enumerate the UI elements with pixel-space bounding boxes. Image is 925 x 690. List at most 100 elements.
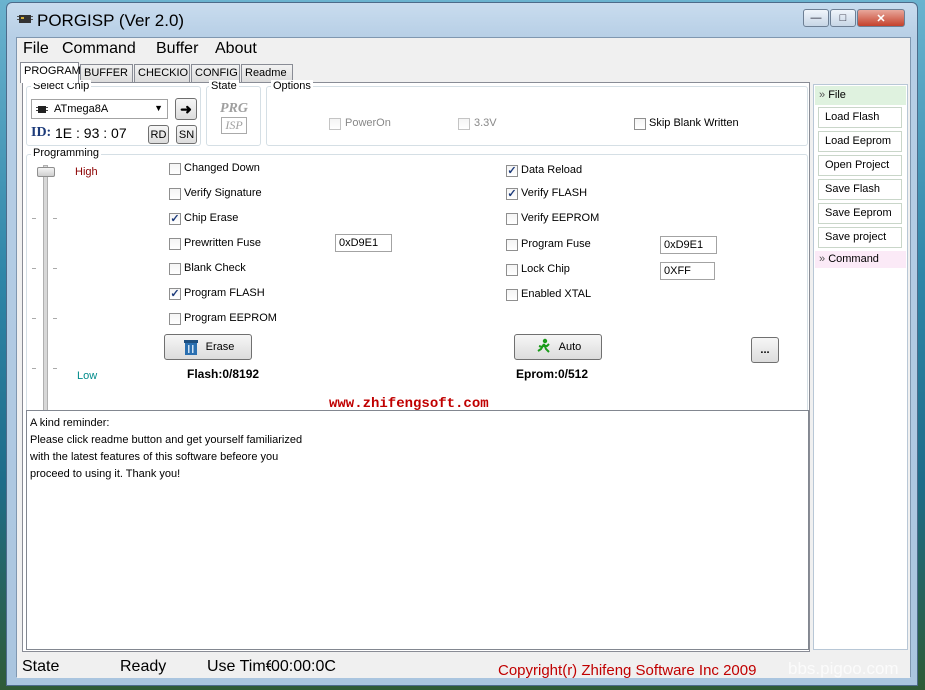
save-project-button[interactable]: Save project (818, 227, 902, 248)
status-bar: State Ready Use Tim€ 00:00:0C Copyright(… (17, 654, 910, 679)
copyright-text: Copyright(r) Zhifeng Software Inc 2009 (498, 662, 757, 679)
options-group (266, 86, 808, 146)
poweron-checkbox[interactable] (329, 118, 341, 130)
minimize-icon: — (810, 12, 822, 24)
trash-icon (183, 340, 198, 355)
data-reload-checkbox[interactable]: ✓ (506, 165, 518, 177)
speed-high-label: High (75, 166, 98, 178)
prewritten-fuse-label: Prewritten Fuse (184, 237, 262, 249)
options-label: Options (271, 80, 313, 92)
log-textarea[interactable]: A kind reminder: Please click readme but… (26, 410, 809, 650)
load-flash-button[interactable]: Load Flash (818, 107, 902, 128)
client-area: File Command Buffer About PROGRAM BUFFER… (16, 37, 911, 679)
command-section-header[interactable]: » Command (815, 251, 906, 268)
id-label: ID: (31, 125, 52, 140)
load-eeprom-button[interactable]: Load Eeprom (818, 131, 902, 152)
running-man-icon (537, 338, 550, 353)
verify-signature-checkbox[interactable] (169, 188, 181, 200)
close-button[interactable]: ✕ (857, 9, 905, 27)
skip-blank-checkbox[interactable] (634, 118, 646, 130)
prg-isp-logo: PRG ISP (215, 101, 253, 139)
program-flash-checkbox[interactable]: ✓ (169, 288, 181, 300)
poweron-label: PowerOn (345, 117, 391, 129)
menu-about[interactable]: About (215, 40, 257, 58)
side-panel: » File Load Flash Load Eeprom Open Proje… (813, 84, 908, 650)
watermark: bbs.pigoo.com (788, 659, 899, 678)
programming-group (26, 154, 808, 429)
program-eeprom-label: Program EEPROM (184, 312, 277, 324)
chip-select[interactable]: ATmega8A ▼ (31, 99, 168, 119)
enabled-xtal-label: Enabled XTAL (521, 288, 592, 300)
prewritten-fuse-input[interactable]: 0xD9E1 (335, 234, 392, 252)
lock-chip-checkbox[interactable] (506, 264, 518, 276)
close-icon: ✕ (876, 12, 886, 25)
verify-flash-label: Verify FLASH (521, 187, 588, 199)
log-line: with the latest features of this softwar… (30, 451, 279, 463)
speed-slider-thumb[interactable] (37, 167, 55, 177)
auto-button[interactable]: Auto (514, 334, 602, 360)
menu-buffer[interactable]: Buffer (156, 40, 198, 58)
title-bar[interactable]: PORGISP (Ver 2.0) — □ ✕ (7, 3, 917, 35)
enabled-xtal-checkbox[interactable] (506, 289, 518, 301)
command-header-label: Command (828, 253, 879, 265)
flash-info: Flash:0/8192 (187, 367, 260, 381)
tab-checkio[interactable]: CHECKIO (134, 64, 190, 82)
arrow-right-icon: ➜ (180, 100, 192, 117)
speed-low-label: Low (77, 370, 98, 382)
chip-app-icon (17, 15, 33, 23)
window-title: PORGISP (Ver 2.0) (37, 11, 185, 30)
3v3-label: 3.3V (474, 117, 497, 129)
verify-eeprom-label: Verify EEPROM (521, 212, 600, 224)
lock-value-input[interactable]: 0XFF (660, 262, 715, 280)
blank-check-label: Blank Check (184, 262, 246, 274)
minimize-button[interactable]: — (803, 9, 829, 27)
go-chip-button[interactable]: ➜ (175, 98, 197, 120)
log-line: proceed to using it. Thank you! (30, 468, 181, 480)
status-state: State (22, 658, 60, 675)
chip-erase-checkbox[interactable]: ✓ (169, 213, 181, 225)
menu-bar: File Command Buffer About (17, 38, 910, 60)
chip-select-value: ATmega8A (54, 103, 109, 115)
chip-id-value: 1E : 93 : 07 (55, 125, 127, 141)
program-eeprom-checkbox[interactable] (169, 313, 181, 325)
blank-check-checkbox[interactable] (169, 263, 181, 275)
eeprom-info: Eprom:0/512 (516, 367, 589, 381)
use-time-label: Use Tim€ (207, 658, 271, 675)
erase-button[interactable]: Erase (164, 334, 252, 360)
verify-flash-checkbox[interactable]: ✓ (506, 188, 518, 200)
save-flash-button[interactable]: Save Flash (818, 179, 902, 200)
menu-command[interactable]: Command (62, 40, 136, 58)
logo-top: PRG (220, 101, 248, 116)
lock-chip-label: Lock Chip (521, 263, 570, 275)
use-time-value: 00:00:0C (271, 658, 336, 675)
erase-button-label: Erase (205, 341, 235, 353)
program-tab-panel: Select Chip ATmega8A ▼ ➜ ID: 1E : 93 : 0… (22, 80, 810, 652)
chip-erase-label: Chip Erase (184, 212, 239, 224)
file-header-label: File (828, 89, 846, 101)
verify-signature-label: Verify Signature (184, 187, 262, 199)
tab-program[interactable]: PROGRAM (20, 62, 81, 83)
sn-button[interactable]: SN (176, 125, 197, 144)
menu-file[interactable]: File (23, 40, 49, 58)
chevron-double-right-icon: » (819, 253, 826, 265)
program-fuse-input[interactable]: 0xD9E1 (660, 236, 717, 254)
changed-down-label: Changed Down (184, 162, 260, 174)
rd-button[interactable]: RD (148, 125, 169, 144)
save-eeprom-button[interactable]: Save Eeprom (818, 203, 902, 224)
maximize-button[interactable]: □ (830, 9, 856, 27)
open-project-button[interactable]: Open Project (818, 155, 902, 176)
verify-eeprom-checkbox[interactable] (506, 213, 518, 225)
logo-bottom: ISP (221, 117, 247, 134)
changed-down-checkbox[interactable] (169, 163, 181, 175)
prewritten-fuse-checkbox[interactable] (169, 238, 181, 250)
program-fuse-checkbox[interactable] (506, 239, 518, 251)
state-label: State (209, 80, 239, 92)
file-section-header[interactable]: » File (815, 86, 906, 105)
speed-slider-track[interactable] (43, 165, 48, 423)
log-line: A kind reminder: (30, 417, 110, 429)
3v3-checkbox[interactable] (458, 118, 470, 130)
more-options-button[interactable]: ... (751, 337, 779, 363)
auto-button-label: Auto (558, 341, 582, 353)
chevron-double-down-icon: » (819, 89, 826, 101)
programming-label: Programming (31, 147, 102, 159)
